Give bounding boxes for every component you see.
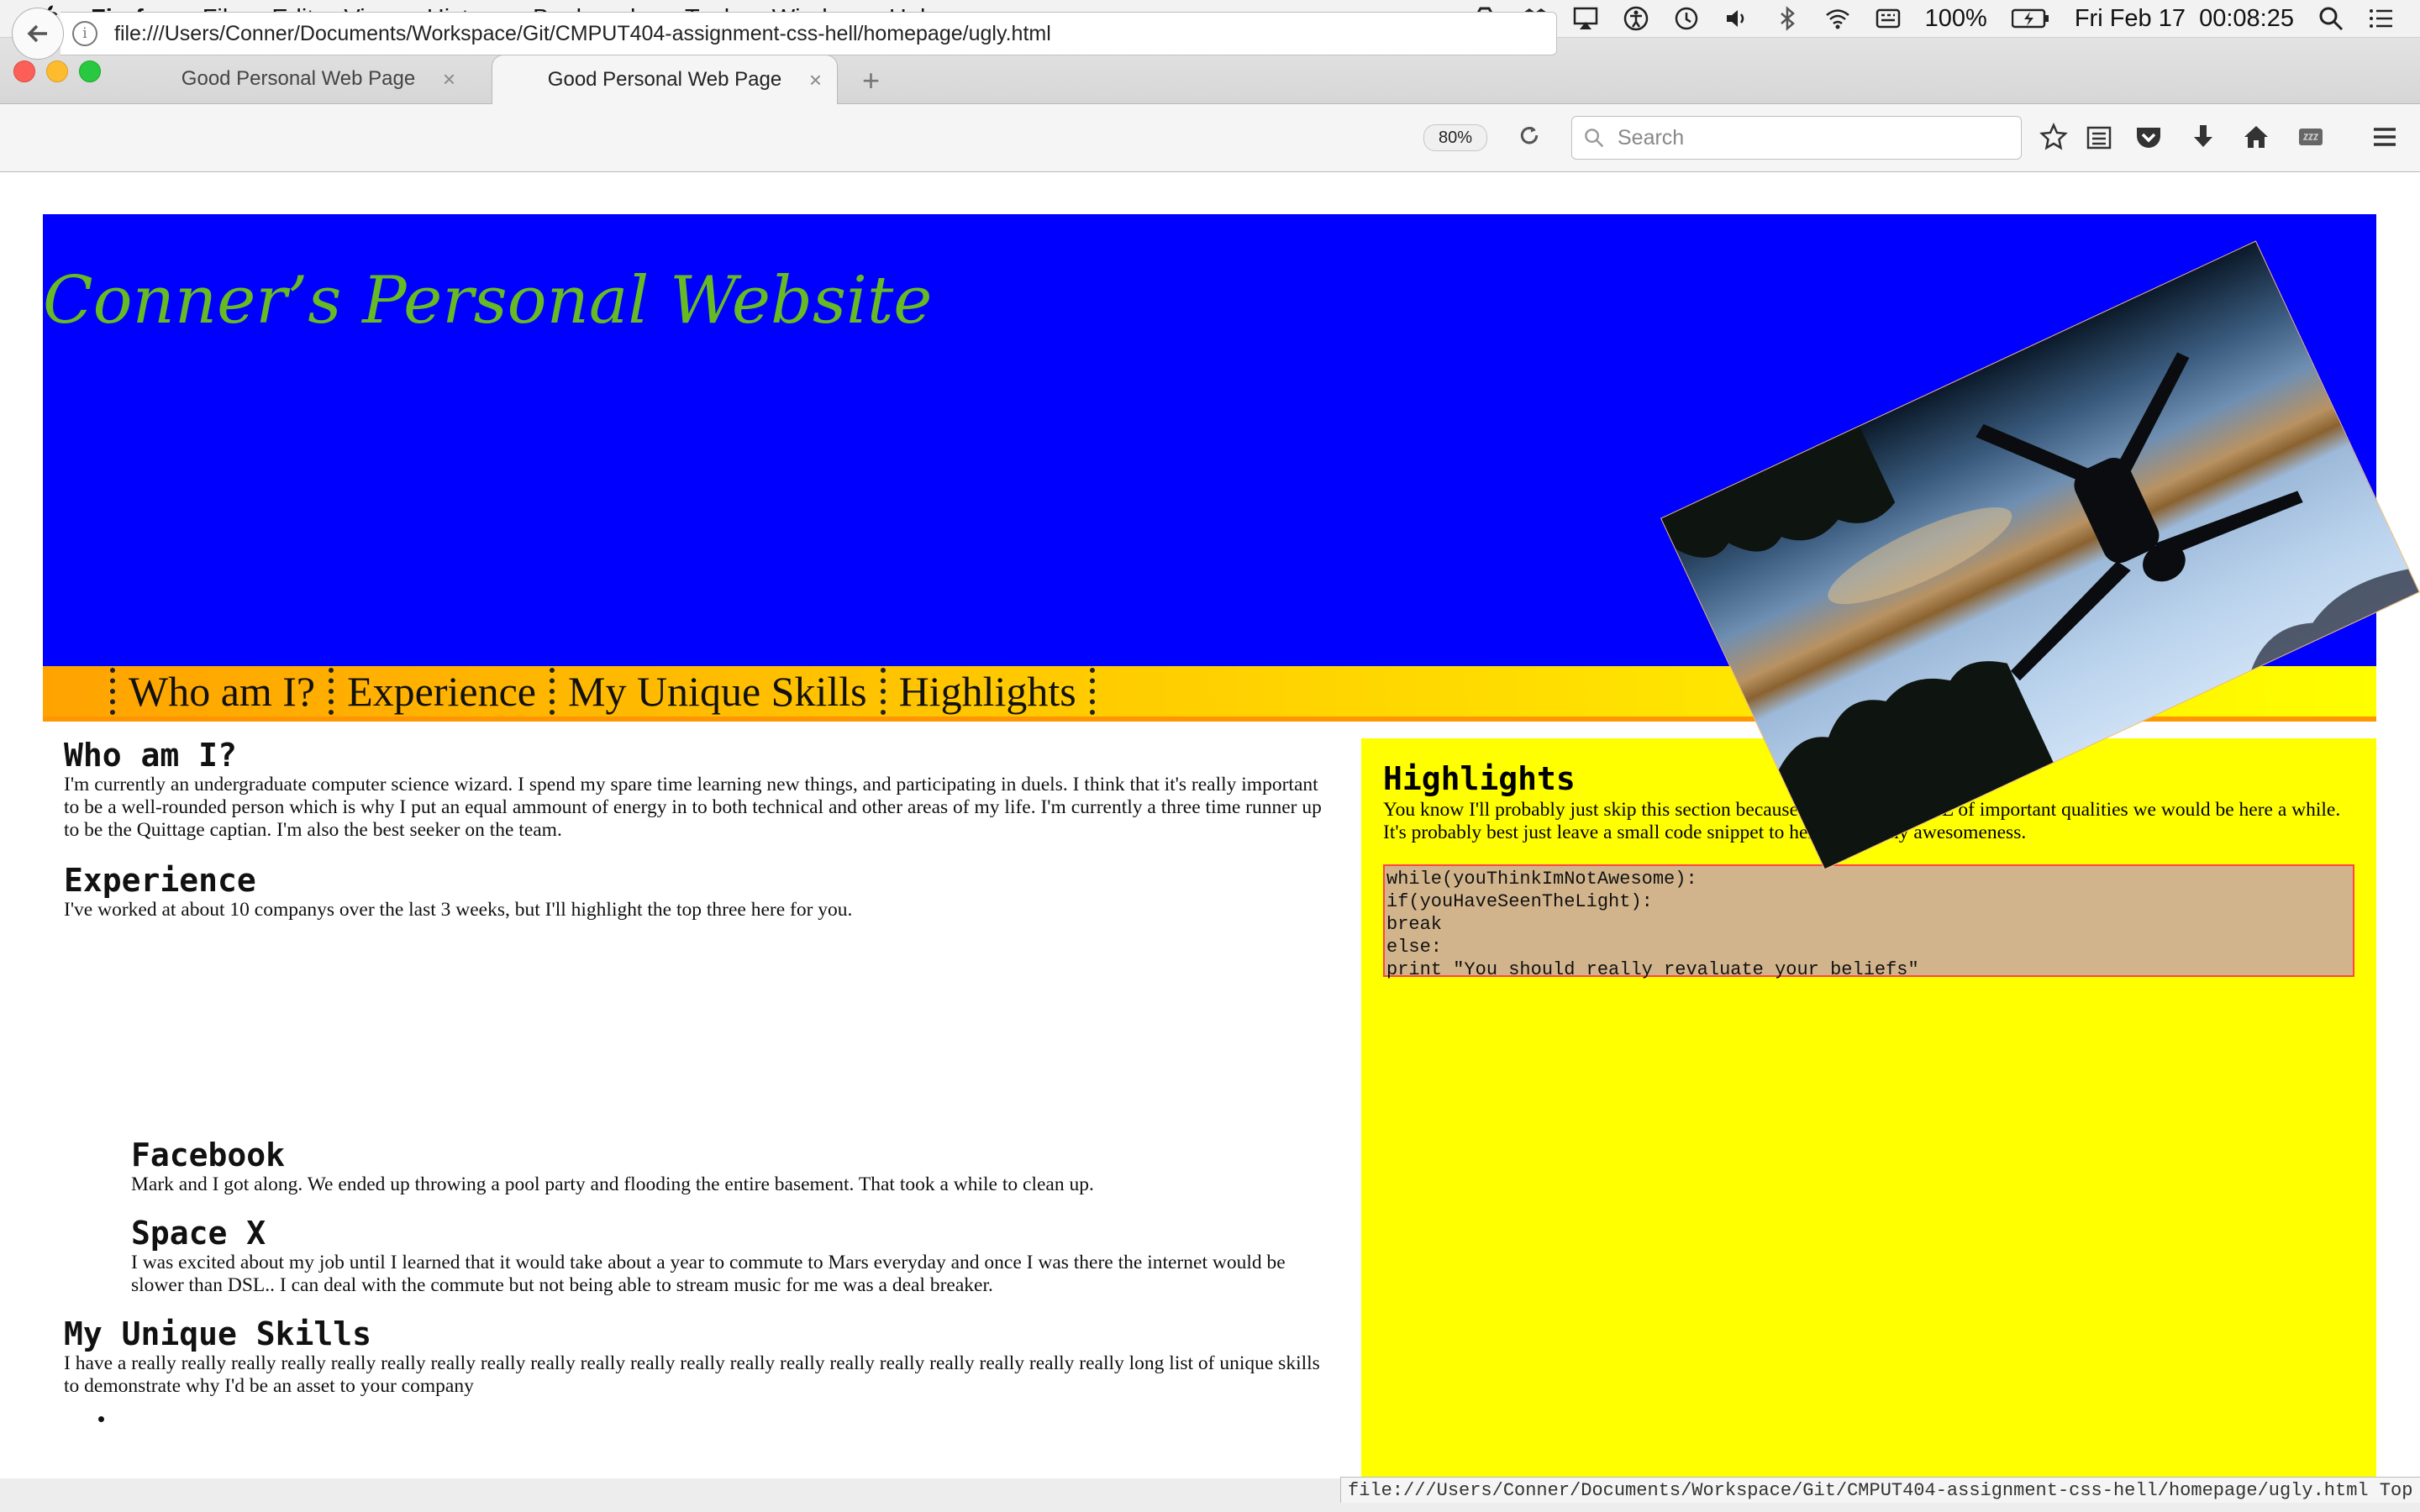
nav-link-highlights[interactable]: Highlights (880, 668, 1095, 715)
window-close-button[interactable] (13, 60, 35, 82)
site-title: Conner’s Personal Website (43, 263, 933, 339)
tab-good-personal-web-page-2-active[interactable]: Good Personal Web Page × (492, 55, 838, 104)
search-icon (1585, 129, 1604, 148)
battery-percentage: 100% (1924, 4, 1987, 32)
experience-text: I've worked at about 10 companys over th… (64, 899, 853, 921)
airplay-icon[interactable] (1572, 5, 1599, 32)
experience-heading: Experience (64, 862, 256, 899)
home-icon[interactable] (2238, 118, 2275, 155)
page-viewport: Conner’s Personal Website Who am I? Expe… (0, 172, 2420, 1478)
zoom-level-badge[interactable]: 80% (1423, 124, 1487, 151)
job-heading-space-x: Space X (131, 1215, 266, 1252)
code-line: break (1386, 914, 1443, 935)
hamburger-menu-icon[interactable] (2366, 118, 2403, 155)
link-status-bar: file:///Users/Conner/Documents/Workspace… (1340, 1477, 2420, 1503)
code-snippet: while(youThinkImNotAwesome): if(youHaveSe… (1383, 864, 2354, 980)
job-text-space-x: I was excited about my job until I learn… (131, 1252, 1286, 1296)
spotlight-search-icon[interactable] (2317, 5, 2344, 32)
job-heading-facebook: Facebook (131, 1137, 286, 1173)
window-zoom-button[interactable] (79, 60, 101, 82)
window-minimize-button[interactable] (46, 60, 68, 82)
code-line: if(youHaveSeenTheLight): (1386, 891, 1653, 912)
skills-list (64, 1408, 1324, 1431)
menubar-clock[interactable]: Fri Feb 17 00:08:25 (2075, 5, 2294, 33)
tab-good-personal-web-page-1[interactable]: Good Personal Web Page × (126, 55, 471, 103)
nav-link-who-am-i[interactable]: Who am I? (110, 668, 329, 715)
keyboard-input-icon[interactable] (1875, 5, 1902, 32)
url-bar[interactable]: i file:///Users/Conner/Documents/Workspa… (60, 12, 1557, 55)
search-bar[interactable]: Search (1571, 116, 2022, 160)
tab-close-icon[interactable]: × (809, 67, 822, 93)
code-line: print "You should really revaluate your … (1386, 959, 1919, 980)
site-info-icon[interactable]: i (72, 21, 97, 46)
list-item (116, 1408, 1324, 1431)
experience-job-list: Facebook Mark and I got along. We ended … (131, 1137, 1324, 1297)
back-arrow-icon (27, 24, 47, 43)
search-placeholder: Search (1618, 125, 1685, 150)
pocket-icon[interactable] (2130, 118, 2167, 155)
bookmarks-library-icon[interactable] (2081, 118, 2118, 155)
reload-icon[interactable] (1512, 118, 1546, 155)
wifi-icon[interactable] (1824, 5, 1851, 32)
volume-icon[interactable] (1723, 5, 1750, 32)
time-machine-icon[interactable] (1673, 5, 1700, 32)
new-tab-plus-icon[interactable]: + (862, 63, 880, 98)
back-button[interactable] (12, 8, 64, 60)
tab-title: Good Personal Web Page (181, 67, 416, 90)
tab-title: Good Personal Web Page (547, 68, 782, 91)
tab-close-icon[interactable]: × (443, 66, 455, 92)
job-text-facebook: Mark and I got along. We ended up throwi… (131, 1173, 1094, 1195)
highlights-aside: Highlights You know I'll probably just s… (1361, 738, 2376, 1478)
unique-skills-heading: My Unique Skills (64, 1315, 372, 1352)
bookmark-star-icon[interactable] (2035, 118, 2072, 155)
main-content: Who am I? I'm currently an undergraduate… (64, 737, 1324, 1431)
unique-skills-text: I have a really really really really rea… (64, 1352, 1320, 1397)
extension-icon[interactable] (2292, 118, 2329, 155)
who-am-i-heading: Who am I? (64, 737, 237, 774)
url-text[interactable]: file:///Users/Conner/Documents/Workspace… (114, 22, 1051, 46)
code-line: else: (1386, 937, 1443, 958)
highlights-heading: Highlights (1383, 760, 1576, 797)
battery-charging-icon[interactable] (2011, 5, 2051, 32)
nav-link-experience[interactable]: Experience (329, 668, 550, 715)
bluetooth-icon[interactable] (1774, 5, 1801, 32)
accessibility-icon[interactable] (1623, 5, 1649, 32)
downloads-icon[interactable] (2185, 118, 2222, 155)
nav-link-my-unique-skills[interactable]: My Unique Skills (549, 668, 881, 715)
who-am-i-text: I'm currently an undergraduate computer … (64, 774, 1322, 841)
notification-center-icon[interactable] (2368, 5, 2395, 32)
code-line: while(youThinkImNotAwesome): (1386, 869, 1697, 890)
